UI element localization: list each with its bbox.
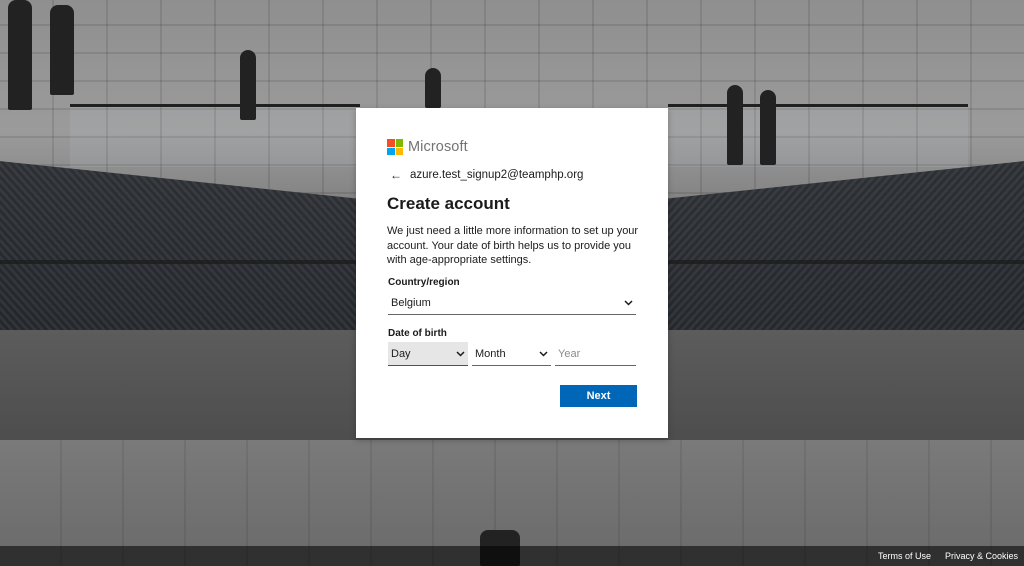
chevron-down-icon (456, 350, 465, 357)
identity-banner: ← azure.test_signup2@teamphp.org (390, 168, 583, 182)
page-description: We just need a little more information t… (387, 225, 639, 266)
microsoft-logo: Microsoft (387, 139, 468, 155)
background-person (425, 68, 441, 108)
page-title: Create account (387, 194, 510, 213)
arrow-left-icon[interactable]: ← (390, 168, 402, 182)
background-rail-right (668, 260, 1024, 264)
dob-label: Date of birth (388, 328, 447, 339)
logo-square (387, 139, 395, 147)
birth-year-input[interactable]: Year (555, 342, 636, 366)
footer: Terms of Use Privacy & Cookies (0, 546, 1024, 566)
birth-day-value: Day (391, 347, 411, 360)
logo-square (395, 147, 403, 155)
background-person (240, 50, 256, 120)
identity-email: azure.test_signup2@teamphp.org (410, 169, 584, 181)
dob-row: Day Month Year (388, 342, 636, 366)
background-glass-rail-left (70, 104, 360, 167)
chevron-down-icon (539, 350, 548, 357)
chevron-down-icon (624, 300, 633, 306)
terms-of-use-link[interactable]: Terms of Use (878, 551, 931, 561)
country-select[interactable]: Belgium (388, 292, 636, 315)
background-person (727, 85, 743, 165)
logo-square (387, 147, 395, 155)
logo-square (395, 139, 403, 147)
next-button[interactable]: Next (560, 385, 637, 407)
birth-day-select[interactable]: Day (388, 342, 468, 366)
microsoft-logo-icon (387, 139, 403, 155)
country-value: Belgium (391, 297, 431, 309)
birth-month-select[interactable]: Month (472, 342, 551, 366)
birth-month-value: Month (475, 347, 506, 360)
background-person (50, 5, 74, 95)
signup-card: Microsoft ← azure.test_signup2@teamphp.o… (356, 108, 668, 438)
background-rail-left (0, 260, 360, 264)
privacy-cookies-link[interactable]: Privacy & Cookies (945, 551, 1018, 561)
logo-text: Microsoft (408, 139, 468, 155)
birth-year-placeholder: Year (558, 347, 581, 360)
background-person (760, 90, 776, 165)
background-glass-rail-right (668, 104, 968, 167)
country-label: Country/region (388, 277, 460, 288)
background-person (8, 0, 32, 110)
